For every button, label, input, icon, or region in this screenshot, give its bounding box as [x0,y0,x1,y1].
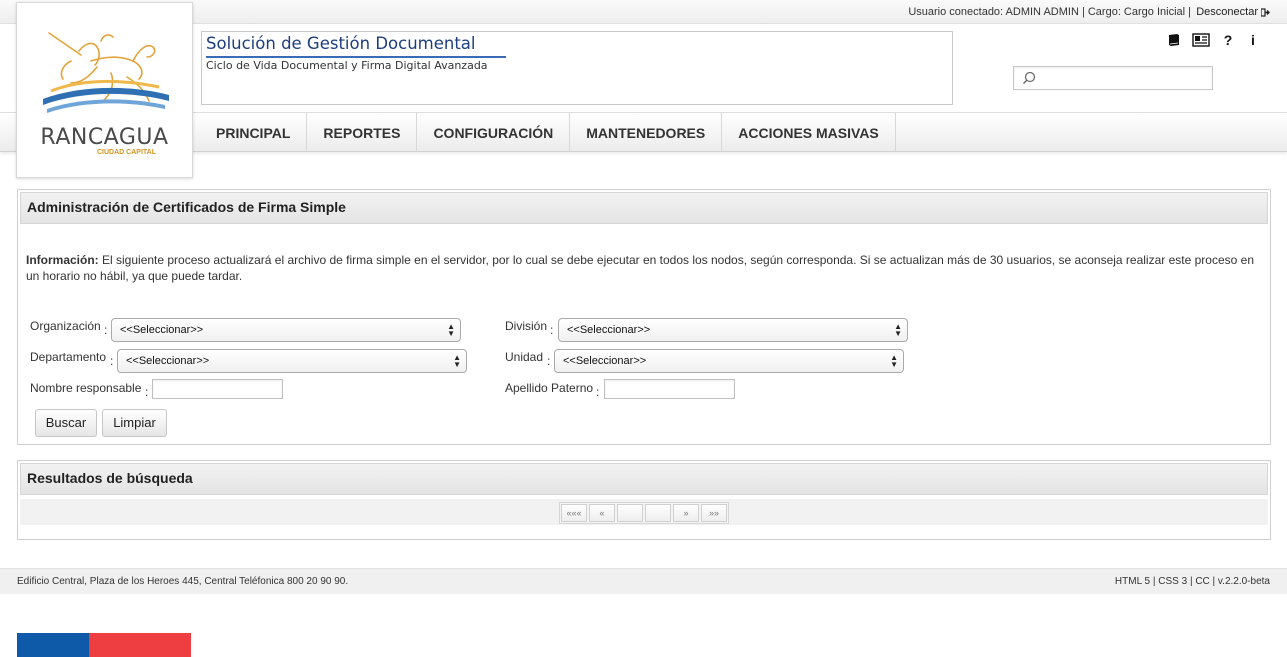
clear-button[interactable]: Limpiar [102,409,167,437]
logout-icon [1261,7,1270,17]
nav-item-configuracion[interactable]: CONFIGURACIÓN [417,113,571,151]
organizacion-label: Organización [30,319,101,333]
flag-stripe-red [89,633,191,657]
logo-tagline: CIUDAD CAPITAL [97,149,156,156]
nombre-responsable-colon: : [145,385,149,399]
departamento-label: Departamento [30,350,107,364]
search-icon [1023,71,1036,84]
select-arrows-icon: ▲ ▼ [890,353,898,369]
select-arrows-icon: ▲ ▼ [453,353,461,369]
search-button[interactable]: Buscar [35,409,97,437]
search-results-panel: Resultados de búsqueda ««« « » »» [17,460,1271,540]
top-bar: Usuario conectado: ADMIN ADMIN | Cargo: … [0,0,1287,24]
pager-next-button[interactable]: » [673,504,699,522]
newspaper-icon[interactable] [1192,32,1210,48]
app-subtitle: Ciclo de Vida Documental y Firma Digital… [206,59,488,72]
apellido-paterno-colon: : [596,385,600,399]
flag-stripe-blue [17,633,89,657]
unidad-label: Unidad [505,350,544,364]
division-colon: : [550,323,554,337]
pager-prev-button[interactable]: « [589,504,615,522]
panel-title: Administración de Certificados de Firma … [20,192,1268,224]
organizacion-colon: : [104,323,108,337]
results-title: Resultados de búsqueda [20,463,1268,495]
horse-rider-emblem [43,32,169,113]
nombre-responsable-input[interactable] [152,379,283,399]
pagination: ««« « » »» [559,502,729,524]
departamento-select[interactable]: <<Seleccionar>> ▲ ▼ [117,349,467,373]
main-menu: PRINCIPAL REPORTES CONFIGURACIÓN MANTENE… [200,113,896,151]
nav-item-mantenedores[interactable]: MANTENEDORES [570,113,723,151]
apellido-paterno-label: Apellido Paterno [505,381,594,395]
search-input[interactable] [1042,69,1207,87]
unidad-colon: : [547,354,551,368]
pager-page-button[interactable] [617,504,643,522]
certificate-admin-panel: Administración de Certificados de Firma … [17,189,1271,445]
main-navbar: PRINCIPAL REPORTES CONFIGURACIÓN MANTENE… [0,112,1287,152]
departamento-colon: : [110,354,114,368]
nombre-responsable-label: Nombre responsable [30,381,142,395]
info-message: El siguiente proceso actualizará el arch… [26,253,1254,283]
unidad-select[interactable]: <<Seleccionar>> ▲ ▼ [554,349,904,373]
pager-page-button[interactable] [645,504,671,522]
pager-last-button[interactable]: »» [701,504,727,522]
logo-wordmark: RANCAGUA [40,125,169,150]
app-title: Solución de Gestión Documental [206,34,506,58]
organizacion-select[interactable]: <<Seleccionar>> ▲ ▼ [111,318,461,342]
help-icon[interactable]: ? [1221,32,1235,48]
nav-item-reportes[interactable]: REPORTES [307,113,418,151]
app-title-box: Solución de Gestión Documental Ciclo de … [201,31,953,105]
select-arrows-icon: ▲ ▼ [894,322,902,338]
rancagua-logo[interactable]: RANCAGUA CIUDAD CAPITAL [16,2,193,178]
info-icon[interactable]: i [1246,32,1260,48]
book-icon[interactable] [1167,32,1181,48]
logout-link[interactable]: Desconectar [1196,6,1270,18]
pager-first-button[interactable]: ««« [561,504,587,522]
connected-user-info: Usuario conectado: ADMIN ADMIN | Cargo: … [908,6,1191,18]
header-icons: ? i [1167,32,1260,48]
header-search[interactable] [1013,66,1213,90]
nav-item-principal[interactable]: PRINCIPAL [200,113,308,151]
footer-address: Edificio Central, Plaza de los Heroes 44… [17,576,349,587]
info-label: Información: [26,253,99,267]
apellido-paterno-input[interactable] [604,379,735,399]
division-select[interactable]: <<Seleccionar>> ▲ ▼ [558,318,908,342]
footer-version: HTML 5 | CSS 3 | CC | v.2.2.0-beta [1114,576,1270,587]
select-arrows-icon: ▲ ▼ [447,322,455,338]
page-footer: Edificio Central, Plaza de los Heroes 44… [0,568,1287,594]
division-label: División [505,319,548,333]
info-text: Información: El siguiente proceso actual… [26,252,1262,284]
logout-label: Desconectar [1196,6,1258,18]
nav-item-acciones-masivas[interactable]: ACCIONES MASIVAS [722,113,896,151]
